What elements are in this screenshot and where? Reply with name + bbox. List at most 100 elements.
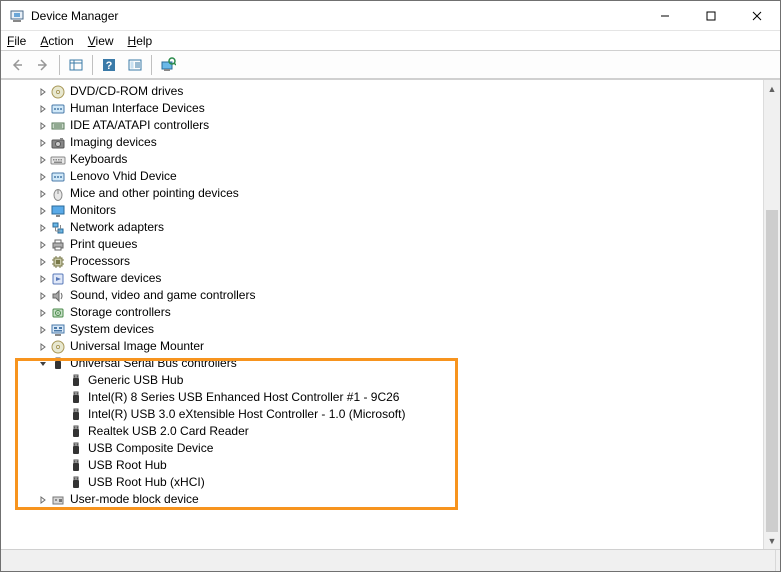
tree-node[interactable]: Imaging devices (4, 134, 763, 151)
expand-arrow-icon[interactable] (36, 309, 50, 317)
tree-node-label: Universal Serial Bus controllers (70, 355, 237, 372)
expand-arrow-icon[interactable] (36, 275, 50, 283)
tree-node-label: Mice and other pointing devices (70, 185, 239, 202)
disc-icon (50, 339, 66, 355)
status-cell (5, 550, 776, 571)
scroll-down-button[interactable]: ▼ (764, 532, 780, 549)
tree-node-label: Lenovo Vhid Device (70, 168, 177, 185)
tree-node[interactable]: USB Root Hub (xHCI) (4, 474, 763, 491)
expand-arrow-icon[interactable] (36, 241, 50, 249)
tree-node[interactable]: Human Interface Devices (4, 100, 763, 117)
tree-node[interactable]: Software devices (4, 270, 763, 287)
minimize-button[interactable] (642, 1, 688, 30)
tree-node[interactable]: USB Composite Device (4, 440, 763, 457)
tree-node[interactable]: Sound, video and game controllers (4, 287, 763, 304)
toolbar-separator (92, 55, 93, 75)
help-button[interactable]: ? (97, 53, 121, 77)
menu-view[interactable]: View (88, 34, 114, 48)
tree-node[interactable]: Storage controllers (4, 304, 763, 321)
collapse-arrow-icon[interactable] (36, 360, 50, 368)
tree-node-label: Keyboards (70, 151, 127, 168)
expand-arrow-icon[interactable] (36, 105, 50, 113)
close-button[interactable] (734, 1, 780, 30)
tree-node[interactable]: Print queues (4, 236, 763, 253)
expand-arrow-icon[interactable] (36, 88, 50, 96)
maximize-button[interactable] (688, 1, 734, 30)
tree-node-label: Network adapters (70, 219, 164, 236)
tree-node-label: USB Root Hub (xHCI) (88, 474, 205, 491)
keyboard-icon (50, 152, 66, 168)
scroll-track[interactable] (764, 97, 780, 532)
ide-icon (50, 118, 66, 134)
properties-button[interactable] (123, 53, 147, 77)
software-icon (50, 271, 66, 287)
tree-node[interactable]: Intel(R) USB 3.0 eXtensible Host Control… (4, 406, 763, 423)
disc-icon (50, 84, 66, 100)
scroll-thumb[interactable] (766, 210, 778, 532)
expand-arrow-icon[interactable] (36, 173, 50, 181)
vertical-scrollbar[interactable]: ▲ ▼ (763, 80, 780, 549)
titlebar: Device Manager (1, 1, 780, 31)
expand-arrow-icon[interactable] (36, 343, 50, 351)
menu-file[interactable]: File (7, 34, 26, 48)
tree-node[interactable]: Mice and other pointing devices (4, 185, 763, 202)
back-button[interactable] (5, 53, 29, 77)
tree-node[interactable]: Universal Image Mounter (4, 338, 763, 355)
usb-icon (68, 475, 84, 491)
tree-node[interactable]: Network adapters (4, 219, 763, 236)
expand-arrow-icon[interactable] (36, 496, 50, 504)
expand-arrow-icon[interactable] (36, 292, 50, 300)
tree-node-label: Realtek USB 2.0 Card Reader (88, 423, 249, 440)
forward-button[interactable] (31, 53, 55, 77)
tree-node[interactable]: Processors (4, 253, 763, 270)
tree-node[interactable]: System devices (4, 321, 763, 338)
camera-icon (50, 135, 66, 151)
scroll-up-button[interactable]: ▲ (764, 80, 780, 97)
menu-action[interactable]: Action (40, 34, 73, 48)
tree-node-label: System devices (70, 321, 154, 338)
block-icon (50, 492, 66, 508)
hid-icon (50, 101, 66, 117)
expand-arrow-icon[interactable] (36, 207, 50, 215)
window-title: Device Manager (31, 9, 642, 23)
sound-icon (50, 288, 66, 304)
tree-node[interactable]: USB Root Hub (4, 457, 763, 474)
tree-node[interactable]: Realtek USB 2.0 Card Reader (4, 423, 763, 440)
device-manager-window: Device Manager File Action View Help ? D… (0, 0, 781, 572)
tree-node-label: Monitors (70, 202, 116, 219)
scan-hardware-button[interactable] (156, 53, 180, 77)
tree-node[interactable]: User-mode block device (4, 491, 763, 508)
expand-arrow-icon[interactable] (36, 122, 50, 130)
expand-arrow-icon[interactable] (36, 326, 50, 334)
usb-icon (68, 441, 84, 457)
tree-node-label: IDE ATA/ATAPI controllers (70, 117, 209, 134)
tree-node-label: Intel(R) 8 Series USB Enhanced Host Cont… (88, 389, 399, 406)
usb-icon (68, 390, 84, 406)
tree-node[interactable]: Lenovo Vhid Device (4, 168, 763, 185)
show-hide-tree-button[interactable] (64, 53, 88, 77)
tree-node[interactable]: Intel(R) 8 Series USB Enhanced Host Cont… (4, 389, 763, 406)
tree-node[interactable]: Generic USB Hub (4, 372, 763, 389)
menu-help[interactable]: Help (128, 34, 153, 48)
tree-node[interactable]: Universal Serial Bus controllers (4, 355, 763, 372)
expand-arrow-icon[interactable] (36, 156, 50, 164)
expand-arrow-icon[interactable] (36, 190, 50, 198)
tree-node-label: USB Root Hub (88, 457, 167, 474)
tree-node-label: Processors (70, 253, 130, 270)
expand-arrow-icon[interactable] (36, 224, 50, 232)
usb-icon (68, 373, 84, 389)
mouse-icon (50, 186, 66, 202)
tree-node[interactable]: Monitors (4, 202, 763, 219)
tree-node[interactable]: IDE ATA/ATAPI controllers (4, 117, 763, 134)
expand-arrow-icon[interactable] (36, 258, 50, 266)
tree-node-label: Intel(R) USB 3.0 eXtensible Host Control… (88, 406, 405, 423)
tree-node[interactable]: DVD/CD-ROM drives (4, 83, 763, 100)
hid-icon (50, 169, 66, 185)
usb-icon (68, 458, 84, 474)
device-tree[interactable]: DVD/CD-ROM drivesHuman Interface Devices… (1, 80, 763, 549)
tree-node-label: Human Interface Devices (70, 100, 205, 117)
tree-node-label: Sound, video and game controllers (70, 287, 255, 304)
expand-arrow-icon[interactable] (36, 139, 50, 147)
toolbar-separator (151, 55, 152, 75)
tree-node[interactable]: Keyboards (4, 151, 763, 168)
